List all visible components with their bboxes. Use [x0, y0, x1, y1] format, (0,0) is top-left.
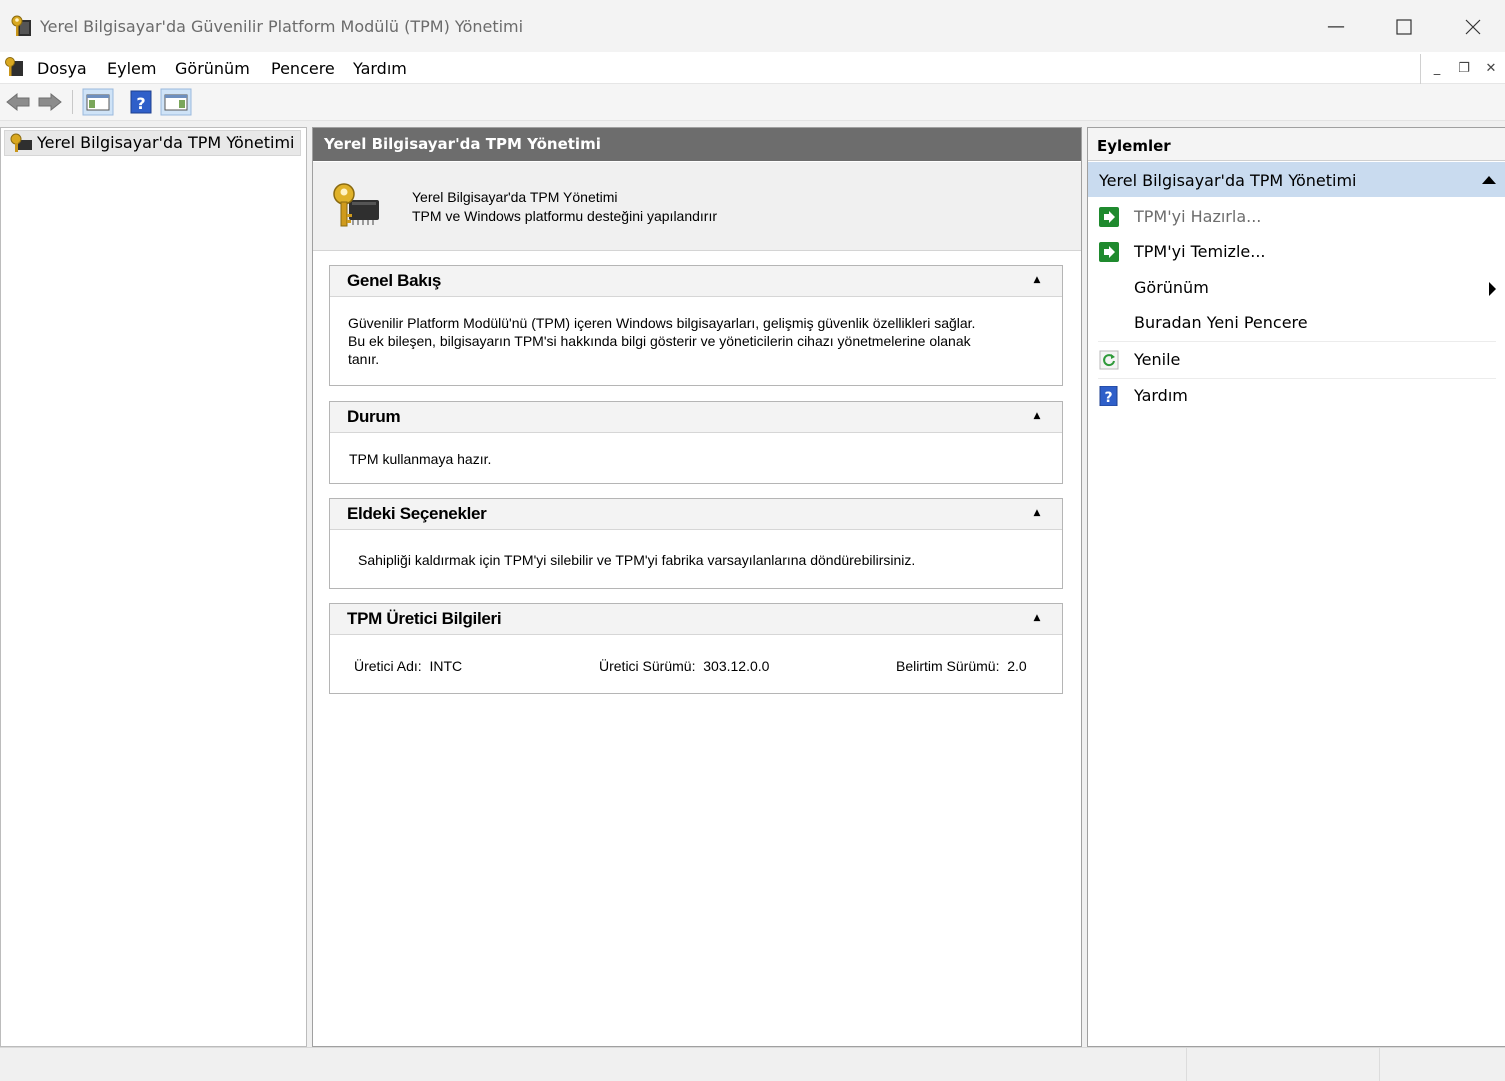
menu-yardim[interactable]: Yardım: [353, 59, 407, 78]
status-cell: [1186, 1048, 1379, 1081]
center-pane: Yerel Bilgisayar'da TPM Yönetimi Yerel B…: [312, 127, 1082, 1047]
submenu-arrow-icon: [1489, 282, 1496, 296]
status-text: TPM kullanmaya hazır.: [349, 451, 492, 467]
action-clear-tpm[interactable]: TPM'yi Temizle...: [1088, 234, 1505, 270]
help-icon: ?: [1099, 386, 1118, 406]
overview-section: Genel Bakış ▲ Güvenilir Platform Modülü'…: [329, 265, 1063, 386]
overview-line-3: tanır.: [348, 351, 380, 367]
action-label: Buradan Yeni Pencere: [1134, 313, 1308, 332]
intro-title: Yerel Bilgisayar'da TPM Yönetimi: [412, 189, 618, 205]
actions-group-label: Yerel Bilgisayar'da TPM Yönetimi: [1099, 171, 1357, 190]
toolbar-separator: [72, 90, 73, 114]
manufacturer-name: Üretici Adı: INTC: [354, 657, 462, 675]
action-label: TPM'yi Hazırla...: [1134, 207, 1262, 226]
tree-item-tpm-management[interactable]: Yerel Bilgisayar'da TPM Yönetimi: [4, 130, 302, 156]
collapse-arrow-icon[interactable]: ▲: [1030, 273, 1044, 287]
manufacturer-version-value: 303.12.0.0: [703, 658, 770, 674]
svg-text:?: ?: [1104, 390, 1112, 406]
show-hide-action-pane-icon[interactable]: [160, 88, 192, 116]
action-label: Görünüm: [1134, 278, 1209, 297]
menu-eylem[interactable]: Eylem: [107, 59, 156, 78]
spec-version: Belirtim Sürümü: 2.0: [896, 657, 1027, 675]
mdi-close-button[interactable]: ✕: [1480, 59, 1502, 79]
spec-version-value: 2.0: [1007, 658, 1027, 674]
status-section-header[interactable]: Durum ▲: [330, 402, 1062, 433]
mdi-minimize-button[interactable]: _: [1426, 59, 1448, 79]
back-arrow-icon[interactable]: [5, 88, 31, 116]
menu-pencere[interactable]: Pencere: [271, 59, 335, 78]
tree-item-label: Yerel Bilgisayar'da TPM Yönetimi: [37, 133, 295, 152]
action-new-window[interactable]: Buradan Yeni Pencere: [1098, 305, 1496, 342]
actions-group-header[interactable]: Yerel Bilgisayar'da TPM Yönetimi: [1088, 162, 1505, 197]
options-section: Eldeki Seçenekler ▲ Sahipliği kaldırmak …: [329, 498, 1063, 589]
spec-version-label: Belirtim Sürümü:: [896, 658, 1000, 674]
action-label: Yardım: [1134, 386, 1188, 405]
tpm-key-chip-icon: [333, 183, 379, 227]
title-bar: Yerel Bilgisayar'da Güvenilir Platform M…: [0, 0, 1505, 52]
manufacturer-section: TPM Üretici Bilgileri ▲ Üretici Adı: INT…: [329, 603, 1063, 694]
action-refresh[interactable]: Yenile: [1098, 342, 1496, 379]
collapse-arrow-icon[interactable]: ▲: [1030, 409, 1044, 423]
status-bar: [0, 1047, 1505, 1081]
overview-section-header[interactable]: Genel Bakış ▲: [330, 266, 1062, 297]
close-button[interactable]: [1450, 10, 1496, 44]
options-section-header[interactable]: Eldeki Seçenekler ▲: [330, 499, 1062, 530]
options-text: Sahipliği kaldırmak için TPM'yi silebili…: [358, 552, 916, 568]
window-title: Yerel Bilgisayar'da Güvenilir Platform M…: [40, 17, 524, 36]
action-label: Yenile: [1134, 350, 1181, 369]
close-icon: [1465, 19, 1481, 35]
menu-dosya[interactable]: Dosya: [37, 59, 87, 78]
green-arrow-icon: [1099, 207, 1119, 227]
overview-line-1: Güvenilir Platform Modülü'nü (TPM) içere…: [348, 315, 976, 331]
refresh-icon: [1099, 350, 1119, 370]
overview-line-2: Bu ek bileşen, bilgisayarın TPM'si hakkı…: [348, 333, 971, 349]
overview-text: Güvenilir Platform Modülü'nü (TPM) içere…: [348, 314, 975, 368]
show-hide-console-tree-icon[interactable]: [82, 88, 114, 116]
collapse-arrow-icon[interactable]: ▲: [1030, 611, 1044, 625]
manufacturer-version-label: Üretici Sürümü:: [599, 658, 696, 674]
manufacturer-name-value: INTC: [429, 658, 463, 674]
action-view[interactable]: Görünüm: [1088, 270, 1505, 306]
status-cell: [1379, 1048, 1505, 1081]
action-label: TPM'yi Temizle...: [1134, 242, 1266, 261]
maximize-icon: [1396, 19, 1412, 35]
collapse-arrow-icon[interactable]: ▲: [1030, 506, 1044, 520]
console-tree-pane: Yerel Bilgisayar'da TPM Yönetimi: [0, 127, 307, 1047]
action-prepare-tpm[interactable]: TPM'yi Hazırla...: [1088, 199, 1505, 235]
mdi-restore-button[interactable]: ❐: [1453, 59, 1475, 79]
overview-title: Genel Bakış: [347, 271, 442, 290]
collapse-up-icon[interactable]: [1482, 176, 1496, 184]
actions-title: Eylemler: [1088, 128, 1505, 161]
tpm-key-icon: [10, 133, 32, 152]
green-arrow-icon: [1099, 242, 1119, 262]
manufacturer-section-header[interactable]: TPM Üretici Bilgileri ▲: [330, 604, 1062, 635]
tpm-app-icon: [11, 15, 31, 36]
menu-gorunum[interactable]: Görünüm: [175, 59, 250, 78]
action-help[interactable]: ? Yardım: [1088, 378, 1505, 414]
intro-panel: Yerel Bilgisayar'da TPM Yönetimi TPM ve …: [313, 162, 1081, 251]
options-title: Eldeki Seçenekler: [347, 504, 487, 523]
status-section: Durum ▲ TPM kullanmaya hazır.: [329, 401, 1063, 484]
menu-bar: Dosya Eylem Görünüm Pencere Yardım _ ❐ ✕: [0, 52, 1505, 84]
svg-text:?: ?: [136, 94, 145, 113]
manufacturer-version: Üretici Sürümü: 303.12.0.0: [599, 657, 769, 675]
help-icon[interactable]: ?: [128, 88, 154, 116]
mdi-window-controls: _ ❐ ✕: [1420, 54, 1505, 84]
manufacturer-title: TPM Üretici Bilgileri: [347, 609, 502, 628]
center-header: Yerel Bilgisayar'da TPM Yönetimi: [313, 128, 1081, 161]
manufacturer-name-label: Üretici Adı:: [354, 658, 422, 674]
minimize-button[interactable]: —: [1313, 10, 1359, 44]
mmc-system-menu-icon[interactable]: [4, 56, 24, 78]
intro-subtitle: TPM ve Windows platformu desteğini yapıl…: [412, 208, 718, 224]
maximize-button[interactable]: [1381, 10, 1427, 44]
forward-arrow-icon[interactable]: [37, 88, 63, 116]
status-title: Durum: [347, 407, 401, 426]
toolbar: ?: [0, 84, 1505, 121]
actions-pane: Eylemler Yerel Bilgisayar'da TPM Yönetim…: [1087, 127, 1505, 1047]
